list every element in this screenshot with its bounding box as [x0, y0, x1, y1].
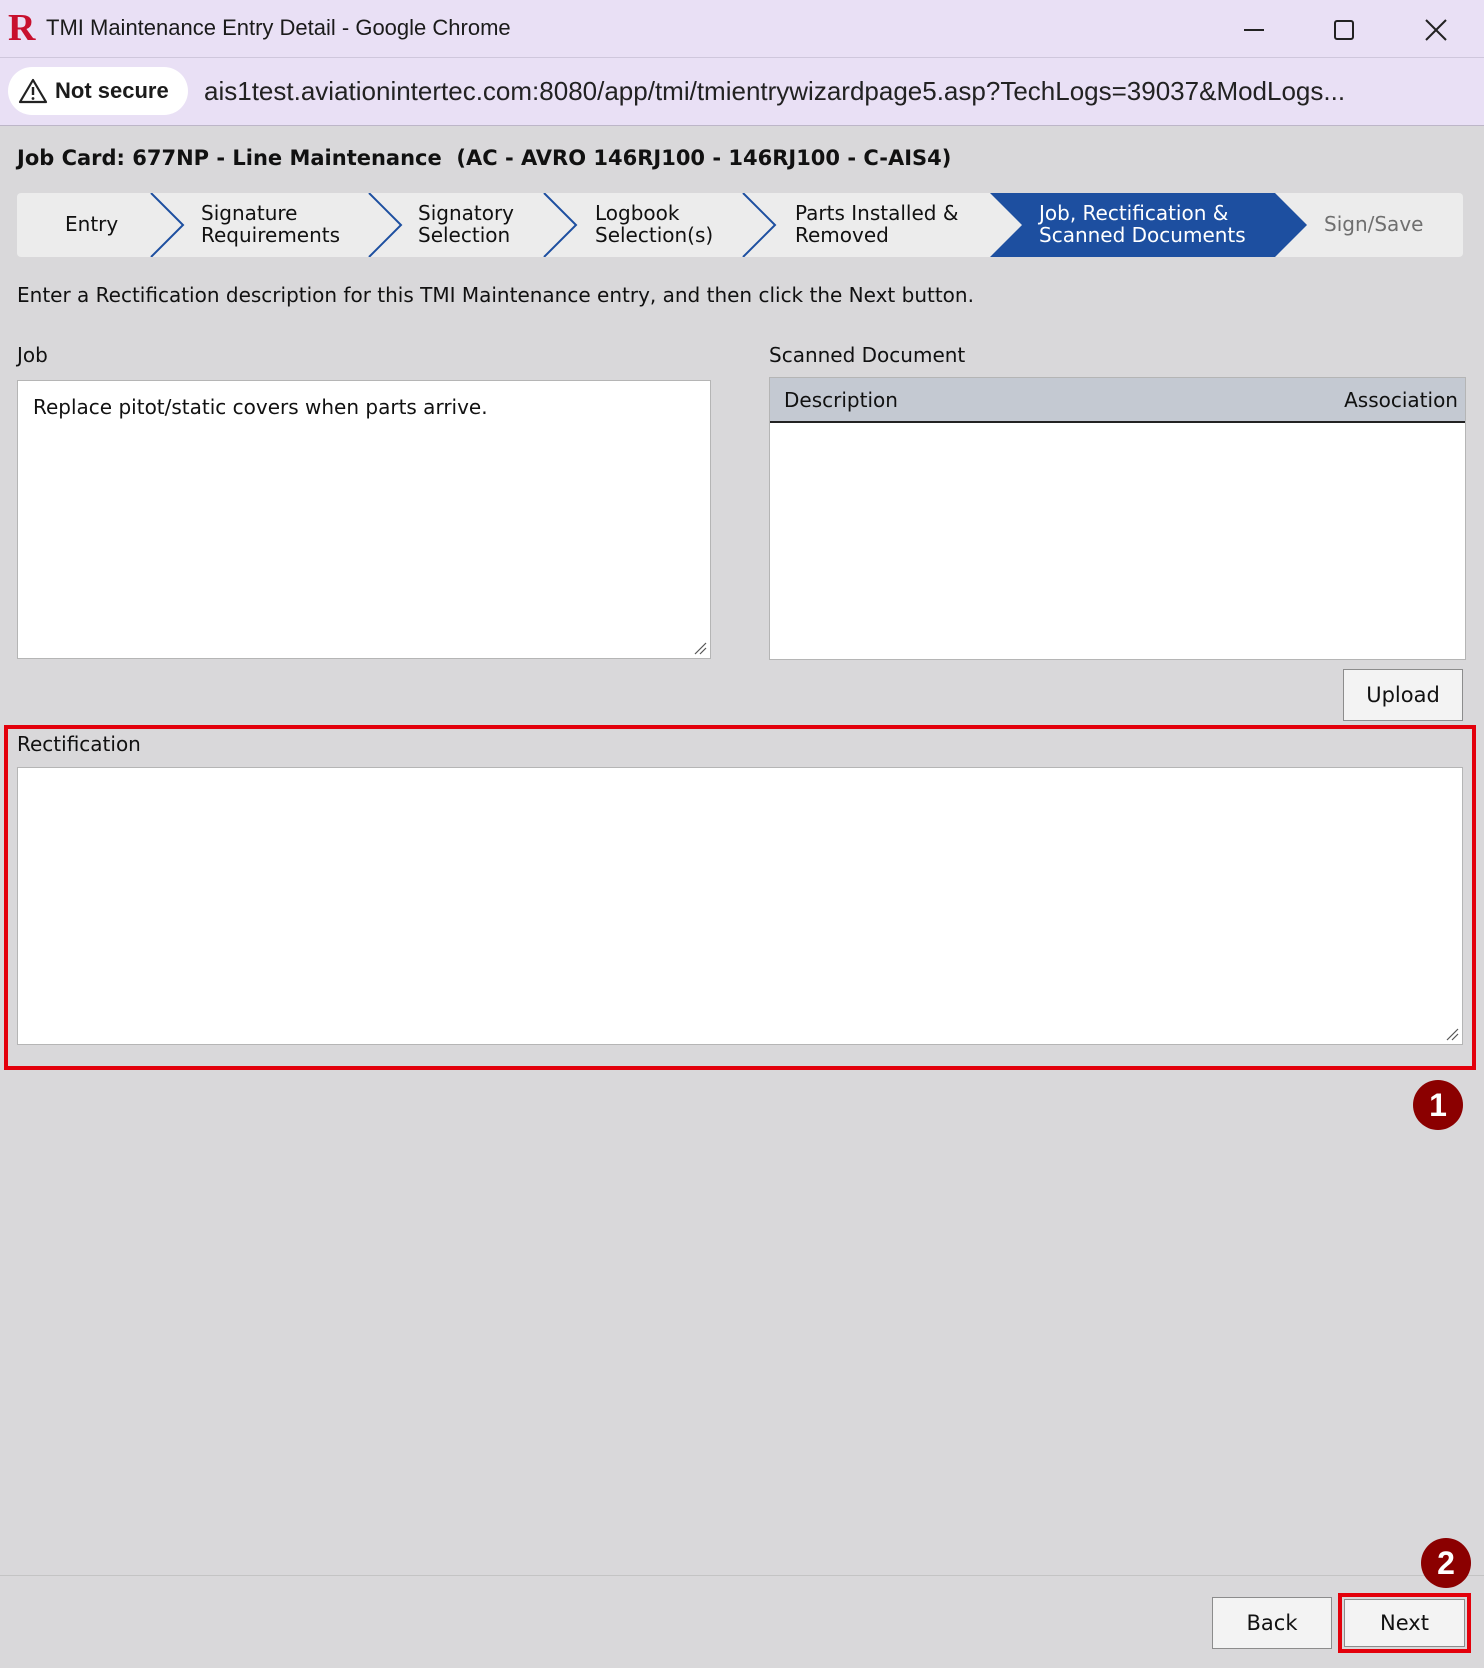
maximize-icon	[1334, 20, 1354, 40]
security-indicator[interactable]: Not secure	[8, 67, 188, 115]
resize-grip-icon[interactable]	[693, 641, 707, 655]
job-label: Job	[17, 343, 48, 367]
next-button[interactable]: Next	[1344, 1599, 1465, 1647]
status-bar	[0, 1660, 1484, 1668]
minimize-button[interactable]	[1232, 8, 1276, 52]
address-bar: Not secure ais1test.aviationintertec.com…	[0, 58, 1484, 126]
wizard-step-job-rectification-scanned[interactable]: Job, Rectification & Scanned Documents	[1039, 202, 1246, 246]
wizard-step-label: Scanned Documents	[1039, 223, 1246, 247]
wizard-step-signature-requirements[interactable]: Signature Requirements	[201, 202, 340, 246]
wizard-step-entry[interactable]: Entry	[65, 213, 118, 235]
back-button[interactable]: Back	[1212, 1597, 1332, 1649]
scanned-document-label: Scanned Document	[769, 343, 966, 367]
rectification-label: Rectification	[17, 732, 141, 756]
close-button[interactable]	[1414, 8, 1458, 52]
wizard-steps: Entry Signature Requirements Signatory S…	[17, 193, 1463, 257]
wizard-step-label: Selection	[418, 223, 511, 247]
upload-button[interactable]: Upload	[1343, 669, 1463, 721]
table-header: Description Association	[770, 378, 1465, 423]
minimize-icon	[1244, 29, 1264, 31]
rectification-textarea[interactable]	[17, 767, 1463, 1045]
wizard-step-sign-save: Sign/Save	[1324, 213, 1423, 235]
wizard-step-label: Logbook	[595, 201, 680, 225]
step-badge-1: 1	[1413, 1080, 1463, 1130]
wizard-step-label: Entry	[65, 212, 119, 236]
wizard-step-label: Parts Installed &	[795, 201, 959, 225]
resize-grip-icon[interactable]	[1445, 1027, 1459, 1041]
wizard-step-label: Removed	[795, 223, 889, 247]
instructions-text: Enter a Rectification description for th…	[17, 283, 974, 307]
window-titlebar: R TMI Maintenance Entry Detail - Google …	[0, 0, 1484, 58]
column-header-description[interactable]: Description	[784, 388, 898, 412]
close-icon	[1425, 19, 1447, 41]
wizard-step-parts-installed-removed[interactable]: Parts Installed & Removed	[795, 202, 958, 246]
warning-icon	[18, 78, 48, 104]
wizard-step-label: Sign/Save	[1324, 212, 1424, 236]
wizard-step-label: Signatory	[418, 201, 515, 225]
wizard-step-label: Job, Rectification &	[1039, 201, 1229, 225]
wizard-step-label: Requirements	[201, 223, 341, 247]
security-label: Not secure	[55, 78, 169, 103]
step-badge-2: 2	[1421, 1538, 1471, 1588]
wizard-step-logbook-selection[interactable]: Logbook Selection(s)	[595, 202, 713, 246]
wizard-step-signatory-selection[interactable]: Signatory Selection	[418, 202, 514, 246]
job-text: Replace pitot/static covers when parts a…	[33, 395, 488, 419]
page-title: Job Card: 677NP - Line Maintenance (AC -…	[17, 146, 952, 170]
column-header-association[interactable]: Association	[1344, 388, 1458, 412]
wizard-step-label: Signature	[201, 201, 298, 225]
window-title: TMI Maintenance Entry Detail - Google Ch…	[46, 15, 511, 40]
job-textarea[interactable]: Replace pitot/static covers when parts a…	[17, 380, 711, 659]
scanned-document-table: Description Association	[769, 377, 1466, 660]
wizard-step-label: Selection(s)	[595, 223, 714, 247]
app-logo-icon: R	[8, 7, 36, 49]
url-field[interactable]: ais1test.aviationintertec.com:8080/app/t…	[204, 76, 1345, 107]
footer-divider	[0, 1575, 1484, 1576]
maximize-button[interactable]	[1322, 8, 1366, 52]
